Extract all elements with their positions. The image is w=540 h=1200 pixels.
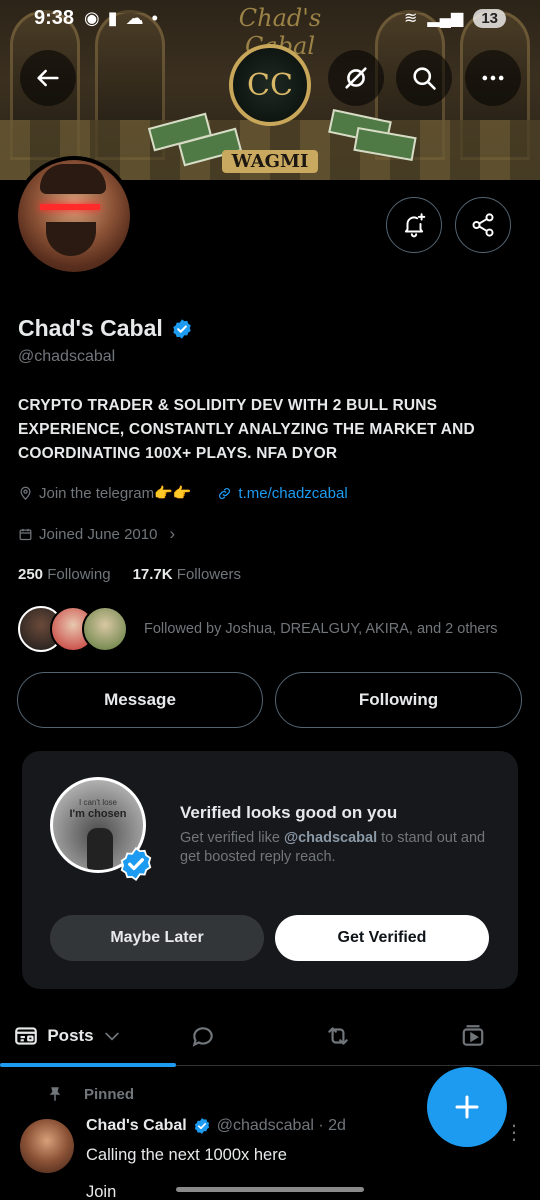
avatar-image bbox=[18, 160, 130, 272]
profile-website-link[interactable]: t.me/chadzcabal bbox=[238, 485, 347, 502]
whatsapp-icon: ◉ bbox=[84, 7, 100, 28]
status-bar: 9:38 ◉ ▮ ☁ • ≋ ▂▄▆ 13 bbox=[0, 0, 540, 36]
profile-stats: 250 Following 17.7K Followers bbox=[18, 566, 241, 583]
logo-text: CC bbox=[247, 67, 293, 103]
post-more-icon[interactable]: ⋮ bbox=[504, 1120, 524, 1145]
followers-label: Followers bbox=[176, 566, 241, 583]
calendar-icon bbox=[19, 528, 32, 540]
link-icon bbox=[219, 487, 231, 499]
status-time: 9:38 bbox=[34, 6, 75, 29]
notifications-button[interactable] bbox=[386, 197, 442, 253]
verified-card-description: Get verified like @chadscabal to stand o… bbox=[180, 829, 490, 867]
follower-avatar bbox=[82, 606, 128, 652]
profile-joined-row[interactable]: Joined June 2010 › bbox=[18, 524, 175, 544]
plus-icon bbox=[455, 1095, 479, 1119]
tab-media[interactable] bbox=[405, 1006, 540, 1065]
following-count: 250 bbox=[18, 566, 44, 583]
avatar-beard bbox=[46, 222, 96, 256]
post-author-avatar[interactable] bbox=[20, 1119, 74, 1173]
maybe-later-button[interactable]: Maybe Later bbox=[50, 915, 264, 961]
alert-icon: ▮ bbox=[107, 7, 118, 28]
grok-icon bbox=[345, 67, 367, 89]
pinned-label: Pinned bbox=[84, 1085, 135, 1103]
share-icon bbox=[472, 213, 494, 237]
profile-meta-row: Join the telegram👉👉 t.me/chadzcabal bbox=[18, 484, 348, 502]
profile-avatar[interactable] bbox=[14, 156, 134, 276]
chevron-down-icon bbox=[104, 1032, 119, 1041]
wifi-icon: ≋ bbox=[403, 10, 418, 27]
post-text-continued: Join bbox=[86, 1183, 117, 1200]
bell-plus-icon bbox=[404, 213, 426, 238]
arrow-left-icon bbox=[37, 69, 59, 87]
verified-card-title: Verified looks good on you bbox=[180, 803, 398, 822]
avatar-hair bbox=[40, 164, 106, 194]
followed-by-row[interactable]: Followed by Joshua, DREALGUY, AKIRA, and… bbox=[18, 605, 498, 653]
desc-prefix: Get verified like bbox=[180, 830, 284, 846]
verified-badge-icon bbox=[194, 1118, 209, 1134]
media-icon bbox=[462, 1024, 483, 1046]
following-label: Following bbox=[47, 566, 111, 583]
search-button[interactable] bbox=[396, 50, 452, 106]
following-button[interactable]: Following bbox=[275, 672, 522, 728]
banner-logo: CC bbox=[229, 44, 311, 126]
post-handle-time: @chadscabal · 2d bbox=[216, 1117, 346, 1134]
battery-indicator: 13 bbox=[473, 8, 506, 28]
tab-posts[interactable]: Posts bbox=[0, 1006, 135, 1065]
reply-bubble-icon bbox=[192, 1026, 213, 1047]
pin-icon bbox=[49, 1087, 61, 1101]
profile-bio: CRYPTO TRADER & SOLIDITY DEV WITH 2 BULL… bbox=[18, 397, 475, 462]
more-button[interactable] bbox=[465, 50, 521, 106]
home-indicator[interactable] bbox=[176, 1187, 364, 1192]
active-tab-indicator bbox=[0, 1063, 176, 1067]
pinned-indicator: Pinned bbox=[46, 1085, 134, 1103]
following-stat[interactable]: 250 Following bbox=[18, 566, 111, 583]
profile-handle: @chadscabal bbox=[18, 348, 116, 365]
promo-image-caption-small: I can't lose bbox=[79, 798, 117, 807]
banner-tagline: WAGMI bbox=[222, 150, 318, 173]
location-pin-icon bbox=[20, 486, 31, 500]
chevron-right-icon: › bbox=[169, 524, 176, 543]
promo-image-figure bbox=[87, 828, 113, 870]
post-author-name[interactable]: Chad's Cabal bbox=[86, 1117, 187, 1135]
message-button[interactable]: Message bbox=[17, 672, 263, 728]
posts-icon bbox=[15, 1026, 38, 1045]
tab-posts-label: Posts bbox=[47, 1025, 94, 1045]
verified-badge-icon bbox=[120, 846, 152, 882]
verified-upsell-card: I can't lose I'm chosen Verified looks g… bbox=[22, 751, 518, 989]
post-text: Calling the next 1000x here bbox=[86, 1146, 287, 1164]
search-icon bbox=[413, 67, 436, 90]
tab-reposts[interactable] bbox=[270, 1006, 405, 1065]
post-header: Chad's Cabal @chadscabal · 2d bbox=[86, 1117, 346, 1135]
desc-handle: @chadscabal bbox=[283, 830, 378, 846]
share-button[interactable] bbox=[455, 197, 511, 253]
grok-button[interactable] bbox=[328, 50, 384, 106]
status-notification-icons: ◉ ▮ ☁ • bbox=[84, 8, 158, 29]
profile-name-row: Chad's Cabal bbox=[18, 315, 193, 342]
promo-image-caption: I'm chosen bbox=[69, 808, 127, 820]
profile-joined-date: Joined June 2010 bbox=[39, 525, 158, 543]
followers-stat[interactable]: 17.7K Followers bbox=[133, 566, 241, 583]
repost-icon bbox=[327, 1026, 348, 1045]
followed-by-text: Followed by Joshua, DREALGUY, AKIRA, and… bbox=[144, 621, 498, 637]
more-horizontal-icon bbox=[482, 75, 504, 81]
profile-name: Chad's Cabal bbox=[18, 315, 163, 341]
back-button[interactable] bbox=[20, 50, 76, 106]
get-verified-button[interactable]: Get Verified bbox=[275, 915, 489, 961]
avatar-laser-eyes bbox=[40, 204, 100, 210]
verified-badge-icon[interactable] bbox=[171, 318, 193, 340]
cloud-icon: ☁ bbox=[125, 7, 144, 28]
signal-icon: ▂▄▆ bbox=[427, 10, 464, 27]
tab-replies[interactable] bbox=[135, 1006, 270, 1065]
dot-icon: • bbox=[151, 7, 158, 28]
followers-count: 17.7K bbox=[132, 566, 173, 583]
compose-post-button[interactable] bbox=[427, 1067, 507, 1147]
profile-location: Join the telegram👉👉 bbox=[39, 485, 192, 502]
profile-tabs: Posts bbox=[0, 1006, 540, 1066]
